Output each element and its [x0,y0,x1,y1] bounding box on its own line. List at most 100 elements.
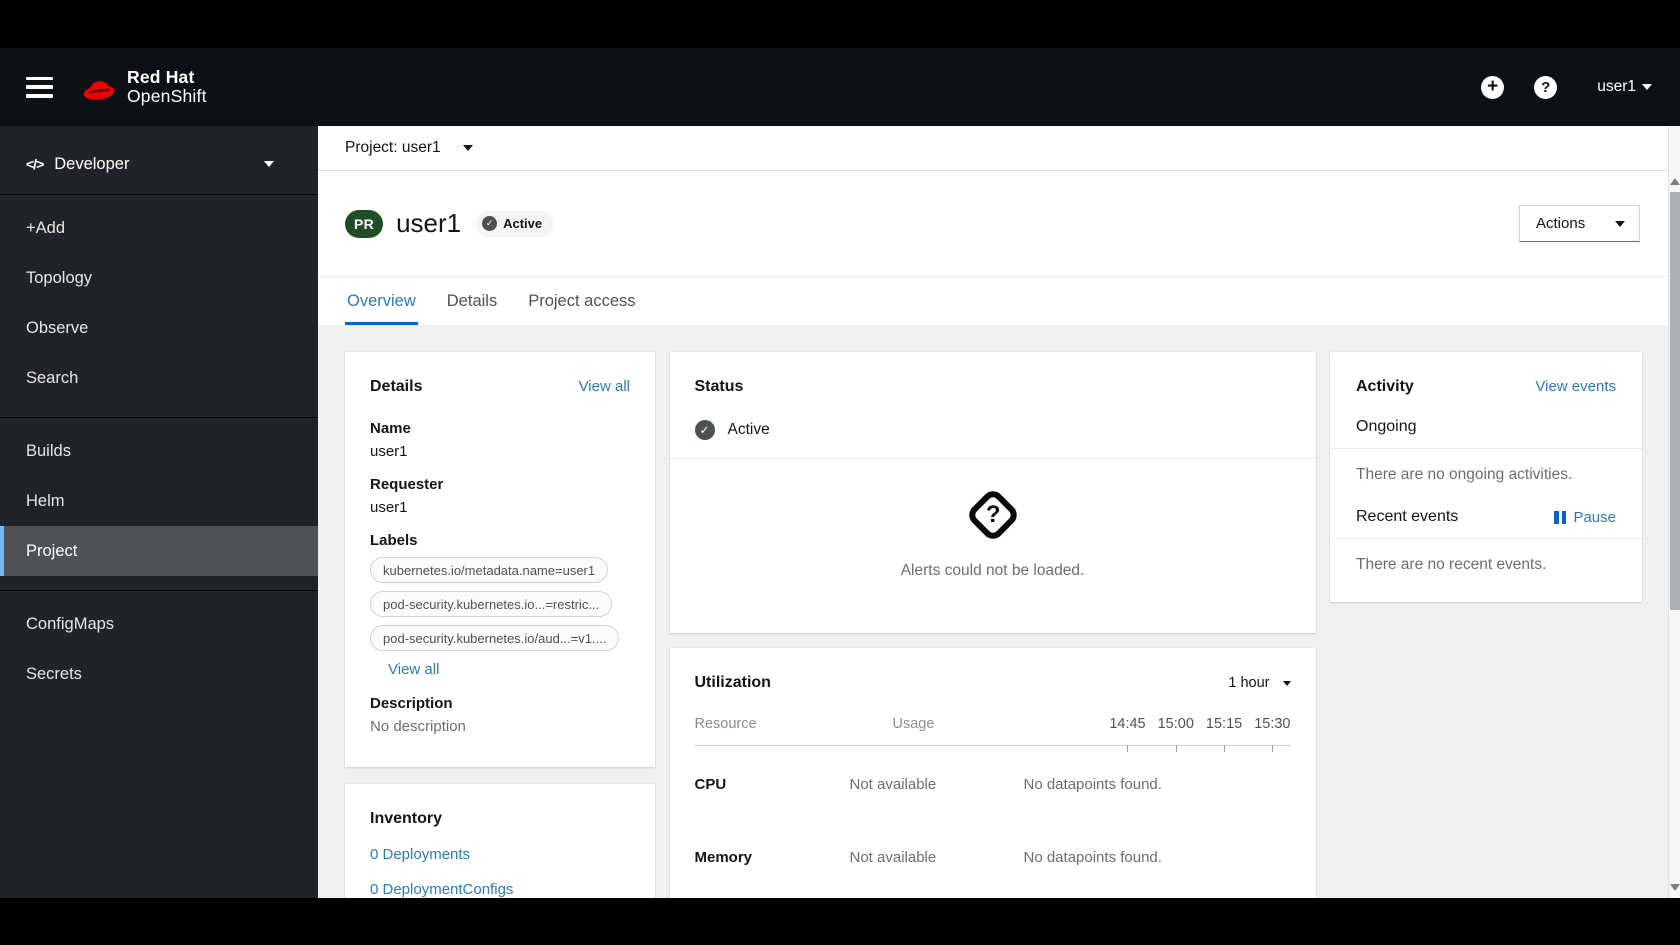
tab-overview[interactable]: Overview [345,277,418,325]
left-column: Details View all Name user1 Requester us… [345,352,655,898]
scroll-up-arrow-icon[interactable] [1670,178,1680,185]
usage-column-header: Usage [892,716,935,732]
activity-card: Activity View events Ongoing There are n… [1330,352,1642,602]
hamburger-menu-icon[interactable] [26,76,53,98]
sidebar-item-configmaps[interactable]: ConfigMaps [0,599,318,649]
divider [1330,538,1642,539]
project-resource-badge: PR [345,209,384,238]
sidebar-nav: </> Developer +Add Topology Observe Sear… [0,126,318,898]
view-events-link[interactable]: View events [1535,378,1616,395]
chevron-down-icon [1615,220,1625,227]
duration-dropdown[interactable]: 1 hour [1228,675,1291,691]
name-field-value: user1 [370,443,408,460]
pause-button[interactable]: Pause [1554,509,1616,526]
resource-name: Memory [694,849,753,866]
divider [669,458,1316,459]
masthead: Red Hat OpenShift + ? user1 [0,48,1680,126]
details-card-title: Details [370,378,423,395]
recent-empty-message: There are no recent events. [1356,556,1547,573]
details-view-all-link[interactable]: View all [579,378,630,395]
chevron-down-icon [462,145,473,151]
resource-usage: Not available [849,776,937,793]
sidebar-item-topology[interactable]: Topology [0,253,318,303]
title-row: PR user1 ✓ Active Actions [318,171,1668,277]
add-circle-icon[interactable]: + [1481,75,1505,99]
tab-project-access[interactable]: Project access [526,277,637,325]
resource-datapoints: No datapoints found. [1023,776,1162,793]
actions-dropdown-button[interactable]: Actions [1519,205,1640,242]
chevron-down-icon [1282,680,1291,686]
duration-label: 1 hour [1228,675,1270,691]
pause-label: Pause [1573,508,1616,526]
sidebar-item-add[interactable]: +Add [0,203,318,253]
deployments-link[interactable]: 0 Deployments [370,846,630,863]
utilization-card: Utilization 1 hour Resource Usage 14:45 … [669,648,1316,898]
sidebar-item-helm[interactable]: Helm [0,476,318,526]
pause-icon [1554,510,1567,524]
scroll-down-arrow-icon[interactable] [1670,884,1680,891]
sidebar-item-secrets[interactable]: Secrets [0,649,318,699]
actions-label: Actions [1536,215,1586,232]
sidebar-item-search[interactable]: Search [0,353,318,403]
details-card: Details View all Name user1 Requester us… [345,352,655,767]
code-icon: </> [26,156,44,172]
chevron-down-icon [1642,84,1652,90]
time-tick-label: 15:15 [1205,716,1243,752]
deploymentconfigs-link[interactable]: 0 DeploymentConfigs [370,881,630,898]
sidebar-item-builds[interactable]: Builds [0,426,318,476]
project-selector-label: Project: user1 [345,139,441,156]
utilization-card-title: Utilization [694,674,771,691]
sidebar-group-1: +Add Topology Observe Search [0,194,318,411]
page-title: user1 [396,208,462,238]
time-tick-label: 14:45 [1109,716,1146,752]
inventory-card: Inventory 0 Deployments 0 DeploymentConf… [345,784,655,898]
resource-datapoints: No datapoints found. [1023,849,1162,866]
center-column: Status ✓ Active ? Alerts could not be lo… [669,352,1316,898]
alerts-empty-state: ? Alerts could not be loaded. [670,486,1316,580]
utilization-row-memory: Memory Not available No datapoints found… [695,849,1291,866]
requester-field-value: user1 [370,499,408,516]
label-chip: pod-security.kubernetes.io/aud...=v1.... [370,625,620,651]
right-column: Activity View events Ongoing There are n… [1330,352,1642,602]
letterbox-canvas: Red Hat OpenShift + ? user1 </> Develope… [0,0,1680,945]
scrollbar-thumb[interactable] [1670,192,1680,610]
sidebar-item-project[interactable]: Project [0,526,318,576]
status-card-title: Status [694,378,744,395]
utilization-header-row: Resource Usage 14:45 15:00 15:15 15:30 [694,716,1291,752]
requester-field-label: Requester [370,476,444,493]
brand-text: Red Hat OpenShift [127,68,207,106]
ongoing-empty-message: There are no ongoing activities. [1356,466,1573,483]
chevron-down-icon [264,161,274,167]
redhat-openshift-logo: Red Hat OpenShift [82,68,207,106]
help-icon[interactable]: ? [1534,75,1558,99]
recent-events-label: Recent events [1356,508,1459,525]
status-badge-label: Active [503,216,543,231]
redhat-hat-icon [83,81,115,100]
alerts-message: Alerts could not be loaded. [900,562,1085,579]
perspective-switcher[interactable]: </> Developer [0,140,318,188]
time-axis: 14:45 15:00 15:15 15:30 [1097,716,1291,752]
vertical-scrollbar[interactable] [1668,126,1680,898]
status-active-row: ✓ Active [694,420,1291,440]
utilization-row-cpu: CPU Not available No datapoints found. [695,776,1291,793]
status-card: Status ✓ Active ? Alerts could not be lo… [669,352,1316,633]
tab-details[interactable]: Details [445,277,499,325]
resource-column-header: Resource [694,716,757,732]
status-badge: ✓ Active [476,210,554,237]
sidebar-item-observe[interactable]: Observe [0,303,318,353]
label-chip: pod-security.kubernetes.io...=restric... [370,591,613,617]
tab-bar: Overview Details Project access [318,277,1668,325]
sidebar-group-3: ConfigMaps Secrets [0,590,318,707]
resource-name: CPU [694,776,727,793]
brand-line2: OpenShift [127,86,207,106]
activity-card-title: Activity [1356,378,1414,395]
labels-view-all-link[interactable]: View all [388,661,439,678]
label-chip: kubernetes.io/metadata.name=user1 [370,557,609,583]
divider [1330,448,1642,449]
masthead-toolbar: + ? user1 [1481,75,1652,99]
project-selector[interactable]: Project: user1 [318,126,1668,171]
perspective-label: Developer [54,154,130,173]
status-active-label: Active [727,421,770,438]
user-menu-button[interactable]: user1 [1597,78,1652,96]
name-field-label: Name [370,420,411,437]
